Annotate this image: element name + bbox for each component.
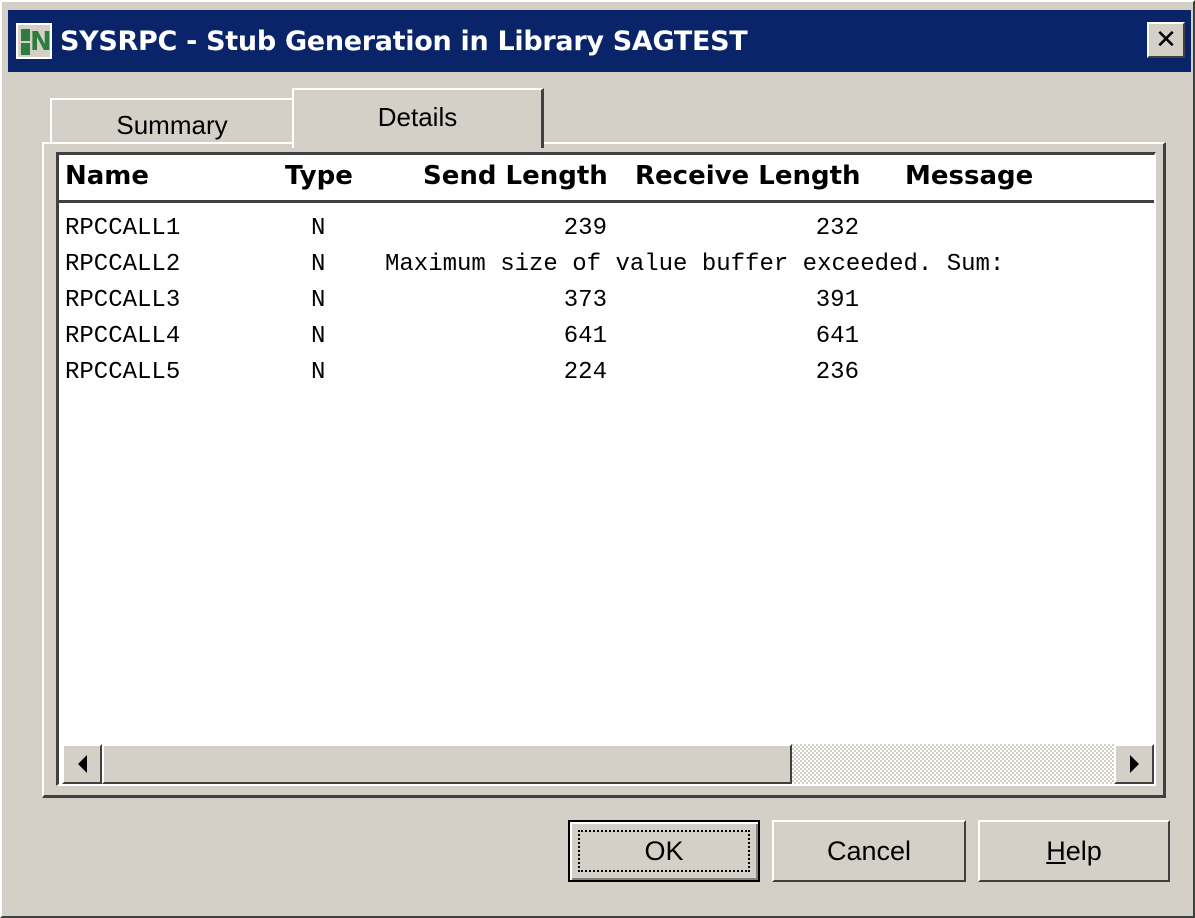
stub-details-list[interactable]: Name Type Send Length Receive Length Mes…: [56, 152, 1156, 786]
help-button[interactable]: Help: [978, 820, 1170, 882]
cell-type: N: [311, 359, 326, 386]
column-header-name[interactable]: Name: [65, 161, 149, 191]
natural-app-icon: N: [16, 23, 52, 59]
cell-name: RPCCALL4: [65, 323, 181, 350]
table-row[interactable]: RPCCALL1 N 239 232: [59, 209, 1154, 245]
cell-send-length: 239: [563, 215, 607, 242]
cell-type: N: [311, 215, 326, 242]
table-row[interactable]: RPCCALL4 N 641 641: [59, 317, 1154, 353]
table-row[interactable]: RPCCALL2 N Maximum size of value buffer …: [59, 245, 1154, 281]
cell-name: RPCCALL5: [65, 359, 181, 386]
column-header-type[interactable]: Type: [285, 161, 353, 191]
column-header-receive-length[interactable]: Receive Length: [635, 161, 861, 191]
cell-name: RPCCALL1: [65, 215, 181, 242]
scrollbar-thumb[interactable]: [102, 744, 792, 784]
close-icon: ✕: [1155, 25, 1177, 55]
arrow-left-icon: [77, 755, 87, 773]
tab-details-label: Details: [377, 101, 458, 132]
cell-type: N: [311, 287, 326, 314]
scroll-right-button[interactable]: [1114, 744, 1154, 784]
cancel-button[interactable]: Cancel: [772, 820, 966, 882]
cell-receive-length: 232: [815, 215, 859, 242]
arrow-right-icon: [1129, 755, 1139, 773]
focus-rectangle: [578, 830, 750, 872]
cell-type: N: [311, 251, 326, 278]
cell-send-length: 224: [563, 359, 607, 386]
cell-receive-length: 236: [815, 359, 859, 386]
cell-send-length: 373: [563, 287, 607, 314]
help-mnemonic: H: [1046, 835, 1066, 866]
help-label-rest: elp: [1065, 835, 1102, 866]
window-title: SYSRPC - Stub Generation in Library SAGT…: [60, 25, 748, 57]
table-row[interactable]: RPCCALL3 N 373 391: [59, 281, 1154, 317]
cell-send-length: 641: [563, 323, 607, 350]
cancel-button-label: Cancel: [826, 835, 912, 866]
tab-summary-label: Summary: [116, 109, 228, 140]
table-row[interactable]: RPCCALL5 N 224 236: [59, 353, 1154, 389]
column-header-message[interactable]: Message: [905, 161, 1033, 191]
ok-button[interactable]: OK: [568, 820, 760, 882]
title-bar: N SYSRPC - Stub Generation in Library SA…: [8, 10, 1191, 72]
dialog-window: N SYSRPC - Stub Generation in Library SA…: [0, 0, 1195, 918]
horizontal-scrollbar[interactable]: [62, 744, 1154, 784]
cell-message: Maximum size of value buffer exceeded. S…: [385, 251, 1005, 278]
cell-receive-length: 391: [815, 287, 859, 314]
scroll-left-button[interactable]: [62, 744, 102, 784]
column-header-send-length[interactable]: Send Length: [423, 161, 608, 191]
list-header: Name Type Send Length Receive Length Mes…: [59, 155, 1154, 203]
cell-type: N: [311, 323, 326, 350]
tab-details[interactable]: Details: [292, 88, 544, 148]
tab-summary[interactable]: Summary: [50, 98, 294, 144]
cell-name: RPCCALL3: [65, 287, 181, 314]
cell-receive-length: 641: [815, 323, 859, 350]
help-button-label: Help: [1046, 836, 1102, 867]
list-rows: RPCCALL1 N 239 232 RPCCALL2 N Maximum si…: [59, 209, 1154, 389]
close-button[interactable]: ✕: [1147, 22, 1185, 58]
cell-name: RPCCALL2: [65, 251, 181, 278]
